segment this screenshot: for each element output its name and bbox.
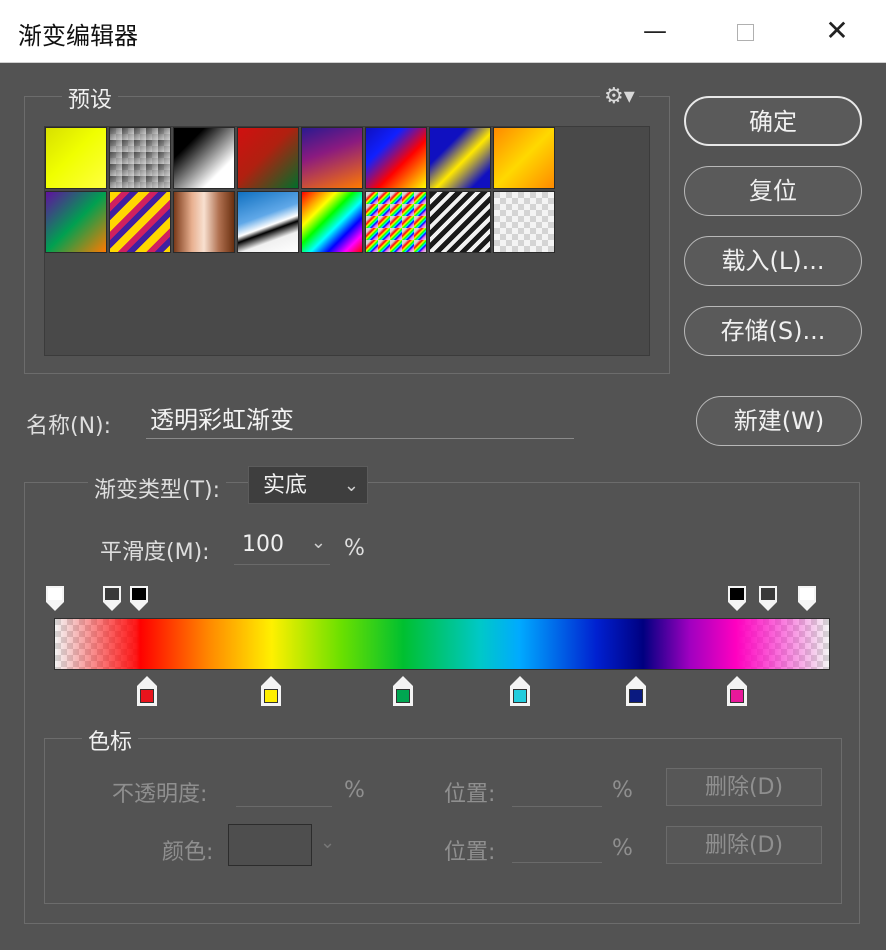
- maximize-button[interactable]: [722, 14, 768, 48]
- color-stop[interactable]: [509, 676, 531, 706]
- minimize-icon: —: [643, 17, 667, 45]
- name-input[interactable]: 透明彩虹渐变: [146, 402, 574, 439]
- preset-swatch-checker-transparent-2[interactable]: [493, 191, 555, 253]
- preset-swatch-blue-red-yellow[interactable]: [365, 127, 427, 189]
- name-label: 名称(N):: [26, 414, 112, 439]
- preset-swatch-blue-yellow-blue[interactable]: [429, 127, 491, 189]
- opacity-stop[interactable]: [727, 586, 748, 612]
- ok-button[interactable]: 确定: [684, 96, 862, 146]
- color-stop[interactable]: [625, 676, 647, 706]
- color-stops-group: [44, 738, 842, 904]
- preset-swatch-black-white[interactable]: [173, 127, 235, 189]
- save-button[interactable]: 存储(S)...: [684, 306, 862, 356]
- smoothness-value: 100: [242, 532, 284, 557]
- presets-legend: 预设: [62, 82, 119, 114]
- preset-swatch-transparent-stripes[interactable]: [429, 191, 491, 253]
- preset-swatch-transparent-rainbow[interactable]: [365, 191, 427, 253]
- opacity-input[interactable]: [236, 772, 332, 807]
- smoothness-label: 平滑度(M):: [100, 540, 210, 565]
- color-stop[interactable]: [726, 676, 748, 706]
- preset-list: [44, 126, 650, 356]
- load-button[interactable]: 载入(L)...: [684, 236, 862, 286]
- gear-icon[interactable]: ⚙▾: [600, 84, 639, 109]
- gradient-type-label: 渐变类型(T):: [88, 472, 227, 504]
- title-bar: 渐变编辑器 — ✕: [0, 0, 886, 63]
- gradient-fill: [55, 619, 829, 669]
- smoothness-select[interactable]: 100 ⌄: [234, 530, 330, 565]
- color-location-input[interactable]: [512, 828, 602, 863]
- color-location-percent: %: [612, 836, 633, 861]
- opacity-location-percent: %: [612, 778, 633, 803]
- preset-swatch-violet-orange[interactable]: [301, 127, 363, 189]
- minimize-button[interactable]: —: [632, 14, 678, 48]
- chevron-down-icon: ⌄: [310, 532, 326, 553]
- preset-swatch-violet-green-orange[interactable]: [45, 191, 107, 253]
- gradient-preview-bar[interactable]: [54, 618, 830, 670]
- color-stops-legend: 色标: [82, 724, 139, 756]
- window-title: 渐变编辑器: [18, 22, 138, 50]
- preset-swatch-orange-yellow-orange[interactable]: [493, 127, 555, 189]
- opacity-delete-button[interactable]: 删除(D): [666, 768, 822, 806]
- maximize-icon: [736, 23, 754, 41]
- close-icon: ✕: [825, 14, 849, 47]
- color-location-label: 位置:: [444, 840, 496, 865]
- preset-swatch-yellow-green[interactable]: [45, 127, 107, 189]
- opacity-stop[interactable]: [797, 586, 818, 612]
- preset-swatch-checker-transparent[interactable]: [109, 127, 171, 189]
- close-button[interactable]: ✕: [814, 14, 860, 48]
- gradient-type-value: 实底: [263, 473, 308, 498]
- reset-button[interactable]: 复位: [684, 166, 862, 216]
- preset-swatch-yellow-violet-stripes[interactable]: [109, 191, 171, 253]
- opacity-stop[interactable]: [103, 586, 123, 612]
- smoothness-unit: %: [344, 536, 365, 561]
- opacity-stop[interactable]: [130, 586, 150, 612]
- opacity-stop[interactable]: [46, 586, 66, 612]
- color-stop[interactable]: [260, 676, 282, 706]
- chevron-down-icon: ⌄: [343, 475, 359, 496]
- opacity-label: 不透明度:: [112, 782, 208, 807]
- new-button[interactable]: 新建(W): [696, 396, 862, 446]
- opacity-location-label: 位置:: [444, 782, 496, 807]
- preset-swatch-chrome[interactable]: [237, 191, 299, 253]
- preset-swatch-red-green[interactable]: [237, 127, 299, 189]
- chevron-down-icon: ⌄: [320, 832, 336, 853]
- preset-swatch-copper[interactable]: [173, 191, 235, 253]
- color-swatch[interactable]: [228, 824, 312, 866]
- color-delete-button[interactable]: 删除(D): [666, 826, 822, 864]
- gradient-type-select[interactable]: 实底 ⌄: [248, 466, 368, 504]
- opacity-location-input[interactable]: [512, 772, 602, 807]
- color-label: 颜色:: [162, 840, 214, 865]
- color-stop[interactable]: [136, 676, 158, 706]
- preset-swatch-spectrum[interactable]: [301, 191, 363, 253]
- color-stop[interactable]: [392, 676, 414, 706]
- opacity-stop[interactable]: [758, 586, 779, 612]
- opacity-percent: %: [344, 778, 365, 803]
